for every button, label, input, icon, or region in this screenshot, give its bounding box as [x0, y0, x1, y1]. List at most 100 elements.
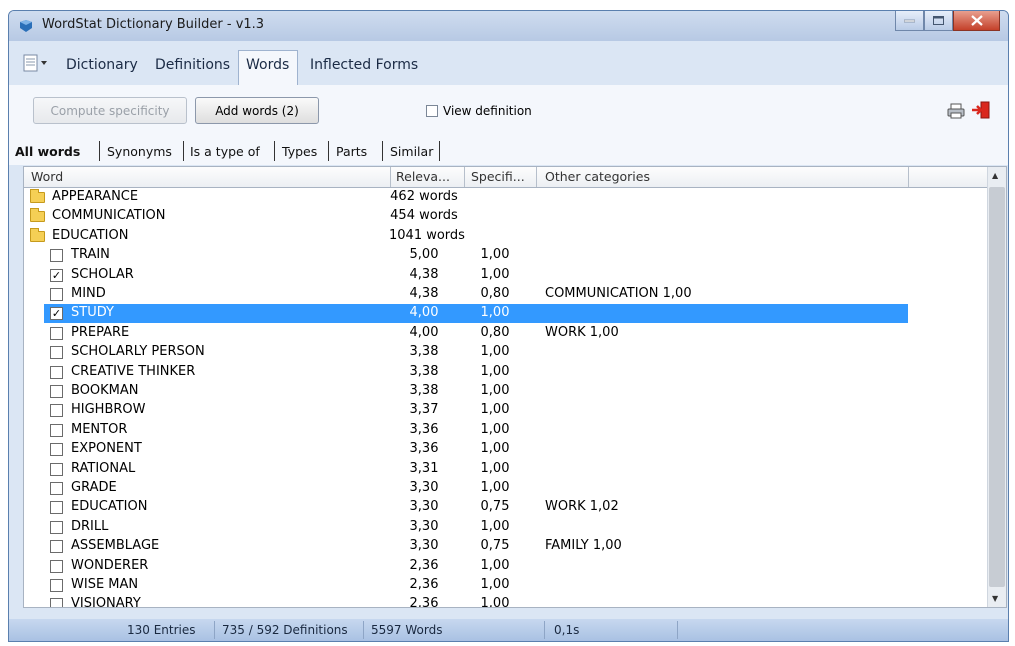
specificity-cell: 0,80: [480, 324, 510, 340]
word-checkbox[interactable]: [50, 423, 63, 437]
word-checkbox[interactable]: [50, 559, 63, 573]
scrollbar-thumb[interactable]: [989, 187, 1005, 587]
subtab-synonyms[interactable]: Synonyms: [107, 144, 172, 159]
word-row[interactable]: PREPARE 4,00 0,80 WORK 1,00: [24, 324, 988, 343]
word-row[interactable]: VISIONARY 2,36 1,00: [24, 595, 988, 608]
word-checkbox[interactable]: [50, 404, 63, 418]
maximize-icon: [933, 16, 944, 25]
vertical-scrollbar[interactable]: ▲ ▼: [987, 167, 1006, 607]
word-row[interactable]: CREATIVE THINKER 3,38 1,00: [24, 363, 988, 382]
subtab-is-a-type-of[interactable]: Is a type of: [190, 144, 260, 159]
printer-icon[interactable]: [947, 103, 965, 119]
specificity-cell: 1,00: [480, 480, 510, 495]
folder-row[interactable]: APPEARANCE 462 words: [24, 188, 988, 207]
menu-inflected-forms[interactable]: Inflected Forms: [310, 57, 418, 73]
column-specificity[interactable]: Specifi...: [471, 169, 525, 184]
word-checkbox[interactable]: [50, 540, 63, 554]
relevance-cell: 4,00: [409, 324, 439, 340]
close-button[interactable]: [953, 11, 1000, 31]
minimize-button[interactable]: [895, 11, 924, 31]
word-cell: WONDERER: [71, 557, 149, 573]
relevance-cell: 3,37: [409, 402, 439, 418]
word-cell: MENTOR: [71, 421, 128, 437]
column-word[interactable]: Word: [31, 169, 63, 184]
word-row[interactable]: EXPONENT 3,36 1,00: [24, 440, 988, 459]
specificity-cell: 1,00: [480, 557, 510, 573]
folder-icon[interactable]: [30, 208, 45, 223]
word-cell: VISIONARY: [71, 596, 141, 608]
word-checkbox[interactable]: [50, 365, 63, 379]
word-row[interactable]: ✓ STUDY 4,00 1,00: [24, 304, 988, 324]
exit-door-icon[interactable]: [971, 101, 991, 119]
word-row[interactable]: MIND 4,38 0,80 COMMUNICATION 1,00: [24, 285, 988, 304]
word-checkbox[interactable]: [50, 520, 63, 534]
word-cell: SCHOLARLY PERSON: [71, 344, 205, 360]
word-row[interactable]: GRADE 3,30 1,00: [24, 479, 988, 498]
menu-definitions[interactable]: Definitions: [155, 57, 230, 73]
folder-row[interactable]: EDUCATION 1041 words: [24, 227, 988, 246]
word-checkbox[interactable]: [50, 462, 63, 476]
word-checkbox[interactable]: [50, 288, 63, 301]
word-cell: CREATIVE THINKER: [71, 363, 196, 379]
compute-specificity-button[interactable]: Compute specificity: [33, 97, 187, 124]
word-row[interactable]: ASSEMBLAGE 3,30 0,75 FAMILY 1,00: [24, 537, 988, 556]
word-cell: EXPONENT: [71, 441, 142, 457]
title-bar[interactable]: WordStat Dictionary Builder - v1.3: [9, 11, 1008, 41]
folder-icon[interactable]: [30, 227, 45, 242]
word-checkbox[interactable]: [50, 385, 63, 398]
maximize-button[interactable]: [924, 11, 953, 31]
word-row[interactable]: HIGHBROW 3,37 1,00: [24, 401, 988, 420]
subtab-parts[interactable]: Parts: [336, 144, 367, 159]
specificity-cell: 0,75: [480, 538, 510, 554]
column-relevance[interactable]: Releva...: [396, 169, 450, 184]
relevance-cell: 2,36: [409, 557, 439, 573]
word-checkbox[interactable]: [50, 579, 63, 592]
word-checkbox[interactable]: ✓: [50, 307, 63, 321]
subtab-similar[interactable]: Similar: [390, 144, 433, 159]
word-checkbox[interactable]: [50, 249, 63, 263]
word-row[interactable]: TRAIN 5,00 1,00: [24, 246, 988, 265]
subtab-all-words[interactable]: All words: [15, 144, 80, 159]
subtab-bar: All words Synonyms Is a type of Types Pa…: [9, 137, 1008, 165]
app-window: WordStat Dictionary Builder - v1.3 Dicti…: [8, 10, 1009, 642]
status-time: 0,1s: [554, 623, 580, 637]
relevance-cell: 3,30: [409, 538, 439, 554]
word-row[interactable]: MENTOR 3,36 1,00: [24, 421, 988, 440]
folder-row[interactable]: COMMUNICATION 454 words: [24, 207, 988, 226]
add-words-button[interactable]: Add words (2): [195, 97, 319, 124]
other-categories-cell: WORK 1,00: [545, 324, 619, 340]
minimize-icon: [904, 19, 915, 22]
word-checkbox[interactable]: [50, 443, 63, 457]
view-definition-checkbox[interactable]: [426, 105, 438, 117]
menu-dictionary[interactable]: Dictionary: [66, 57, 138, 73]
specificity-cell: 1,00: [480, 344, 510, 360]
word-checkbox[interactable]: [50, 482, 63, 495]
scroll-down-icon[interactable]: ▼: [992, 594, 998, 603]
window-title: WordStat Dictionary Builder - v1.3: [42, 17, 265, 32]
word-checkbox[interactable]: ✓: [50, 268, 63, 282]
app-menu-icon[interactable]: [23, 54, 53, 72]
word-row[interactable]: RATIONAL 3,31 1,00: [24, 460, 988, 479]
folder-icon[interactable]: [30, 189, 45, 203]
menu-words[interactable]: Words: [238, 50, 298, 85]
word-row[interactable]: EDUCATION 3,30 0,75 WORK 1,02: [24, 498, 988, 517]
word-row[interactable]: ✓ SCHOLAR 4,38 1,00: [24, 266, 988, 285]
relevance-cell: 454 words: [390, 208, 458, 224]
word-row[interactable]: WONDERER 2,36 1,00: [24, 557, 988, 576]
status-bar: 130 Entries 735 / 592 Definitions 5597 W…: [9, 619, 1008, 641]
word-row[interactable]: SCHOLARLY PERSON 3,38 1,00: [24, 343, 988, 362]
word-row[interactable]: WISE MAN 2,36 1,00: [24, 576, 988, 595]
word-cell: TRAIN: [71, 247, 110, 263]
column-other-categories[interactable]: Other categories: [545, 169, 650, 184]
word-cell: EDUCATION: [71, 499, 148, 515]
word-row[interactable]: DRILL 3,30 1,00: [24, 518, 988, 537]
word-checkbox[interactable]: [50, 598, 63, 607]
word-checkbox[interactable]: [50, 326, 63, 340]
word-grid[interactable]: Word Releva... Specifi... Other categori…: [23, 166, 1007, 608]
word-row[interactable]: BOOKMAN 3,38 1,00: [24, 382, 988, 401]
word-cell: HIGHBROW: [71, 402, 146, 418]
word-checkbox[interactable]: [50, 501, 63, 515]
scroll-up-icon[interactable]: ▲: [992, 171, 998, 180]
subtab-types[interactable]: Types: [282, 144, 317, 159]
word-checkbox[interactable]: [50, 346, 63, 360]
